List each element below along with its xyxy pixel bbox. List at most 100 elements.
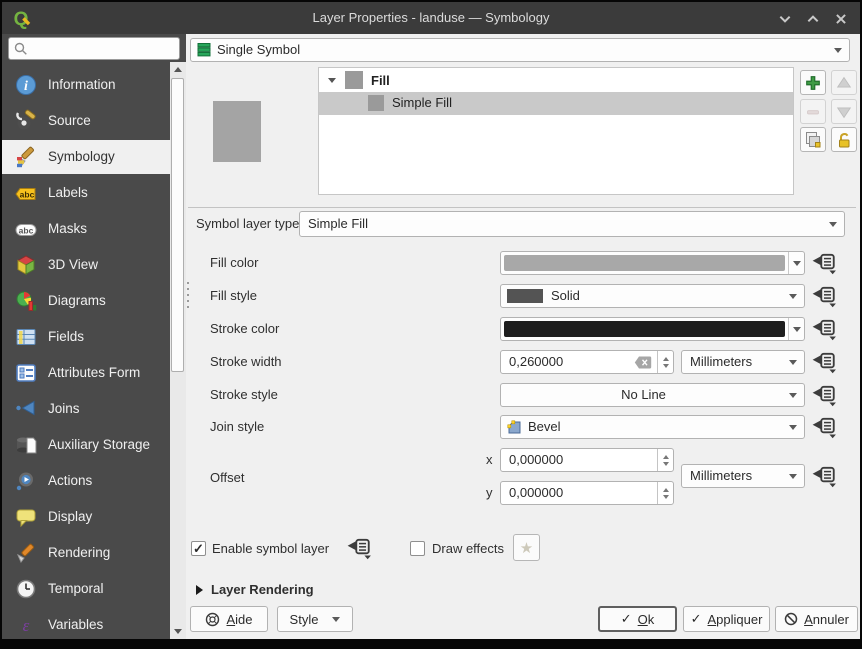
sidebar-item-labels[interactable]: abc Labels <box>2 176 170 210</box>
search-icon <box>14 42 28 56</box>
data-defined-override-button[interactable] <box>811 417 837 439</box>
join-style-combo[interactable]: Bevel <box>500 415 805 439</box>
sidebar-item-source[interactable]: Source <box>2 104 170 138</box>
splitter-handle[interactable] <box>186 282 189 312</box>
stroke-style-combo[interactable]: No Line <box>500 383 805 407</box>
labels-icon: abc <box>14 181 38 205</box>
sidebar-item-attributes-form[interactable]: Attributes Form <box>2 356 170 390</box>
tree-fill-label: Fill <box>371 69 390 92</box>
fill-style-swatch <box>507 289 543 303</box>
chevron-down-icon <box>829 222 837 227</box>
actions-icon <box>14 469 38 493</box>
stroke-width-spinbox[interactable]: 0,260000 <box>500 350 674 374</box>
sidebar-item-information[interactable]: i Information <box>2 68 170 102</box>
temporal-icon <box>14 577 38 601</box>
masks-icon: abc <box>14 217 38 241</box>
symbol-layer-type-label: Symbol layer type <box>196 212 299 236</box>
sidebar-item-temporal[interactable]: Temporal <box>2 572 170 606</box>
sidebar-item-fields[interactable]: Fields <box>2 320 170 354</box>
sidebar-item-diagrams[interactable]: Diagrams <box>2 284 170 318</box>
close-button[interactable] <box>834 11 850 27</box>
title-bar[interactable]: Q Layer Properties - landuse — Symbology <box>2 2 860 34</box>
renderer-combo[interactable]: Single Symbol <box>190 38 850 62</box>
sidebar-item-symbology[interactable]: Symbology <box>2 140 170 174</box>
layer-properties-dialog: Q Layer Properties - landuse — Symbology… <box>0 0 862 649</box>
offset-label: Offset <box>210 466 244 490</box>
tree-row-fill[interactable]: Fill <box>319 69 793 92</box>
lock-colors-button[interactable] <box>831 127 857 152</box>
spinner-buttons[interactable] <box>657 449 673 471</box>
offset-x-spinbox[interactable]: 0,000000 <box>500 448 674 472</box>
spinner-buttons[interactable] <box>657 351 673 373</box>
sidebar-item-rendering[interactable]: Rendering <box>2 536 170 570</box>
symbol-layer-tree[interactable]: Fill Simple Fill <box>318 67 794 195</box>
lock-open-icon <box>835 131 853 149</box>
clear-value-icon[interactable] <box>634 356 652 369</box>
search-input[interactable] <box>31 39 179 60</box>
data-defined-override-button[interactable] <box>811 385 837 407</box>
duplicate-symbol-layer-button[interactable] <box>800 127 826 152</box>
fill-color-button[interactable] <box>500 251 805 275</box>
stroke-color-button[interactable] <box>500 317 805 341</box>
symbology-panel: Single Symbol Fill Simple Fill Symbol <box>186 34 860 639</box>
tree-simple-fill-label: Simple Fill <box>392 92 452 114</box>
collapse-arrow-icon[interactable] <box>196 585 203 595</box>
maximize-button[interactable] <box>806 11 822 27</box>
apply-button[interactable]: ✓ Appliquer <box>683 606 770 632</box>
chevron-down-icon <box>332 617 340 622</box>
remove-symbol-layer-button <box>800 99 826 124</box>
data-defined-override-button[interactable] <box>811 319 837 341</box>
data-defined-override-button[interactable] <box>811 466 837 488</box>
chevron-down-icon <box>793 261 801 266</box>
offset-y-spinbox[interactable]: 0,000000 <box>500 481 674 505</box>
effects-properties-button[interactable]: ★ <box>513 534 540 561</box>
sidebar-item-3d-view[interactable]: 3D View <box>2 248 170 282</box>
sidebar-scrollbar[interactable] <box>170 62 186 639</box>
chevron-down-icon <box>789 393 797 398</box>
window-title: Layer Properties - landuse — Symbology <box>2 2 860 34</box>
enable-symbol-layer-checkbox[interactable]: ✓ <box>191 541 206 556</box>
draw-effects-label: Draw effects <box>432 537 504 561</box>
sidebar-item-auxiliary-storage[interactable]: Auxiliary Storage <box>2 428 170 462</box>
information-icon: i <box>14 73 38 97</box>
offset-unit-combo[interactable]: Millimeters <box>681 464 805 488</box>
sidebar-item-display[interactable]: Display <box>2 500 170 534</box>
spinner-buttons[interactable] <box>657 482 673 504</box>
sidebar-item-joins[interactable]: Joins <box>2 392 170 426</box>
data-defined-override-button[interactable] <box>811 253 837 275</box>
scroll-up-icon[interactable] <box>174 67 182 72</box>
layer-rendering-section[interactable]: Layer Rendering <box>211 578 314 602</box>
style-menu-button[interactable]: Style <box>277 606 353 632</box>
symbol-preview <box>213 101 261 162</box>
stroke-width-unit-combo[interactable]: Millimeters <box>681 350 805 374</box>
ok-button[interactable]: ✓ Ok <box>598 606 677 632</box>
fill-style-combo[interactable]: Solid <box>500 284 805 308</box>
data-defined-override-button[interactable] <box>811 352 837 374</box>
scroll-down-icon[interactable] <box>174 629 182 634</box>
symbol-layer-type-combo[interactable]: Simple Fill <box>299 211 845 237</box>
sidebar: i Information Source Symbology abc Label… <box>2 34 186 639</box>
offset-x-label: x <box>486 448 493 472</box>
search-box[interactable] <box>8 37 180 60</box>
data-defined-override-button[interactable] <box>811 286 837 308</box>
simple-fill-swatch <box>368 95 384 111</box>
tree-row-simple-fill[interactable]: Simple Fill <box>319 92 793 115</box>
stroke-color-label: Stroke color <box>210 317 279 341</box>
sidebar-item-variables[interactable]: ε Variables <box>2 608 170 642</box>
chevron-down-icon <box>793 327 801 332</box>
minimize-button[interactable] <box>778 11 794 27</box>
renderer-value: Single Symbol <box>217 39 300 61</box>
cancel-button[interactable]: Annuler <box>775 606 858 632</box>
scrollbar-thumb[interactable] <box>171 78 184 372</box>
fill-color-swatch <box>504 255 785 271</box>
draw-effects-checkbox[interactable] <box>410 541 425 556</box>
data-defined-override-button[interactable] <box>346 538 372 560</box>
fill-style-label: Fill style <box>210 284 257 308</box>
enable-symbol-layer-label: Enable symbol layer <box>212 537 329 561</box>
add-symbol-layer-button[interactable] <box>800 70 826 95</box>
expander-icon[interactable] <box>328 78 336 83</box>
arrow-up-icon <box>835 74 853 92</box>
help-button[interactable]: Aide <box>190 606 268 632</box>
sidebar-item-actions[interactable]: Actions <box>2 464 170 498</box>
sidebar-item-masks[interactable]: abc Masks <box>2 212 170 246</box>
